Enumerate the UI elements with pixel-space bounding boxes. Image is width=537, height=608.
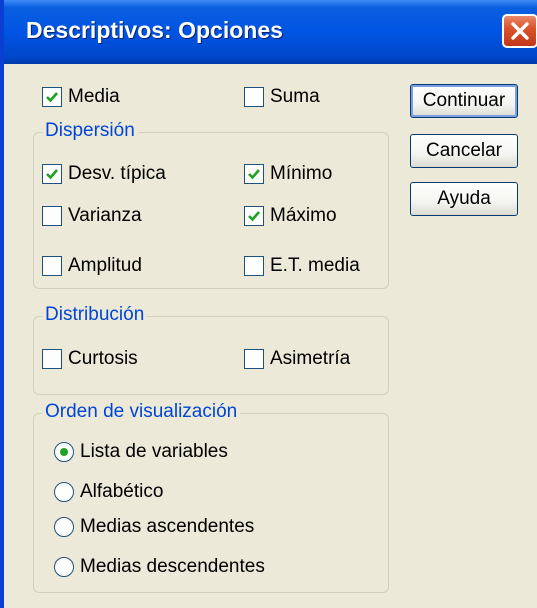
order-alphabetic-radio[interactable] <box>54 482 74 502</box>
radio-selected-dot <box>60 448 68 456</box>
order-descending-means-radio[interactable] <box>54 557 74 577</box>
close-icon <box>511 22 529 40</box>
title-bar[interactable]: Descriptivos: Opciones <box>4 0 537 64</box>
order-ascending-means-label[interactable]: Medias ascendentes <box>80 516 254 538</box>
kurtosis-label[interactable]: Curtosis <box>68 348 138 370</box>
skewness-checkbox[interactable] <box>244 349 264 369</box>
distribution-group-title: Distribución <box>42 304 148 326</box>
maximum-checkbox[interactable] <box>244 206 264 226</box>
skewness-label[interactable]: Asimetría <box>270 348 350 370</box>
order-descending-means-label[interactable]: Medias descendentes <box>80 556 265 578</box>
se-mean-label[interactable]: E.T. media <box>270 255 360 277</box>
variance-label[interactable]: Varianza <box>68 205 142 227</box>
order-ascending-means-radio[interactable] <box>54 517 74 537</box>
se-mean-checkbox[interactable] <box>244 256 264 276</box>
sum-checkbox[interactable] <box>244 87 264 107</box>
options-dialog: Descriptivos: Opciones Media Suma Disper… <box>0 0 537 608</box>
variance-checkbox[interactable] <box>42 206 62 226</box>
checkmark-icon <box>248 211 260 222</box>
cancel-button[interactable]: Cancelar <box>410 134 518 168</box>
checkmark-icon <box>46 92 58 103</box>
minimum-label[interactable]: Mínimo <box>270 163 332 185</box>
window-title: Descriptivos: Opciones <box>26 17 283 43</box>
std-dev-label[interactable]: Desv. típica <box>68 163 166 185</box>
close-button[interactable] <box>502 14 537 48</box>
std-dev-checkbox[interactable] <box>42 164 62 184</box>
help-button[interactable]: Ayuda <box>410 182 518 216</box>
checkmark-icon <box>46 169 58 180</box>
mean-label[interactable]: Media <box>68 86 120 108</box>
display-order-group-title: Orden de visualización <box>42 401 241 423</box>
dispersion-group-title: Dispersión <box>42 120 138 142</box>
range-checkbox[interactable] <box>42 256 62 276</box>
kurtosis-checkbox[interactable] <box>42 349 62 369</box>
sum-label[interactable]: Suma <box>270 86 320 108</box>
mean-checkbox[interactable] <box>42 87 62 107</box>
maximum-label[interactable]: Máximo <box>270 205 337 227</box>
continue-button[interactable]: Continuar <box>410 84 518 118</box>
range-label[interactable]: Amplitud <box>68 255 142 277</box>
order-variable-list-radio[interactable] <box>54 442 74 462</box>
checkmark-icon <box>248 169 260 180</box>
order-variable-list-label[interactable]: Lista de variables <box>80 441 228 463</box>
minimum-checkbox[interactable] <box>244 164 264 184</box>
order-alphabetic-label[interactable]: Alfabético <box>80 481 163 503</box>
